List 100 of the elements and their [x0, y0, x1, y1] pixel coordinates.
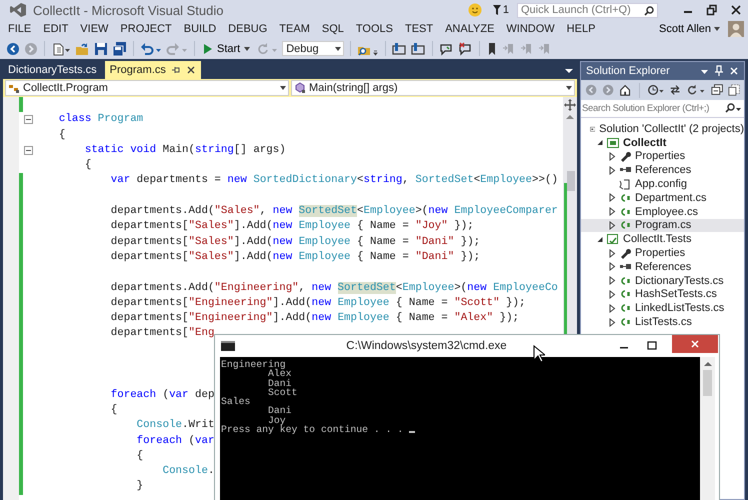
- console-text: Dani: [267, 378, 292, 388]
- code-line: var departments = new SortedDictionary<string, SortedSet<Employee>>(): [110, 173, 558, 188]
- speech-bubble-icon[interactable]: [439, 42, 454, 56]
- menu-item[interactable]: DEBUG: [222, 23, 274, 35]
- expander-icon[interactable]: [608, 152, 616, 161]
- show-all-files-icon[interactable]: [728, 83, 740, 97]
- search-icon[interactable]: [644, 6, 654, 16]
- user-menu[interactable]: Scott Allen: [659, 23, 728, 35]
- tree-item[interactable]: CollectIt: [581, 136, 744, 150]
- home-icon[interactable]: [619, 83, 632, 97]
- tree-item[interactable]: Properties: [581, 246, 744, 260]
- configuration-dropdown[interactable]: Debug: [282, 41, 344, 56]
- close-icon[interactable]: [730, 4, 742, 16]
- tree-item[interactable]: ListTests.cs: [581, 315, 744, 329]
- expander-icon[interactable]: [608, 318, 616, 327]
- visual-studio-logo: [9, 2, 27, 18]
- console-text: Sales: [221, 397, 250, 406]
- menu-item[interactable]: FILE: [2, 23, 38, 35]
- tree-item[interactable]: Department.cs: [581, 190, 744, 205]
- layout-icon[interactable]: [411, 42, 426, 56]
- test-project-icon: [607, 233, 619, 246]
- back-icon[interactable]: [6, 42, 20, 56]
- restore-icon[interactable]: [706, 4, 718, 16]
- speech-bubble-icon[interactable]: [458, 42, 474, 56]
- tree-item[interactable]: References: [581, 260, 744, 274]
- console-text: Dani: [267, 406, 292, 416]
- expander-icon[interactable]: [608, 248, 616, 258]
- code-line: departments.Add("Sales", new SortedSet<Employee>(new EmployeeComparer: [110, 204, 558, 220]
- scroll-up-icon[interactable]: [702, 360, 712, 368]
- clock-icon[interactable]: [646, 83, 664, 97]
- tree-item[interactable]: Program.cs: [581, 218, 744, 232]
- expander-icon[interactable]: [608, 290, 616, 299]
- close-icon[interactable]: [729, 65, 739, 77]
- expander-icon[interactable]: [608, 166, 616, 175]
- code-line: {: [84, 158, 92, 174]
- code-line: departments["Eng: [110, 326, 214, 342]
- filter-icon[interactable]: [492, 4, 502, 16]
- folder-icon[interactable]: [75, 42, 90, 56]
- tree-item[interactable]: App.config: [581, 177, 744, 191]
- split-icon[interactable]: [564, 99, 576, 111]
- menu-item[interactable]: EDIT: [37, 23, 74, 35]
- scope-dropdown[interactable]: CollectIt.Program: [5, 80, 289, 96]
- expander-icon[interactable]: [596, 138, 604, 148]
- layout-icon[interactable]: [392, 42, 408, 56]
- expander-icon[interactable]: [608, 262, 616, 272]
- smiley-icon[interactable]: [468, 3, 482, 17]
- circular-arrow-icon[interactable]: [686, 83, 706, 97]
- menu-item[interactable]: TEAM: [273, 23, 316, 35]
- expander-icon[interactable]: [608, 220, 616, 230]
- expander-icon[interactable]: [608, 276, 616, 286]
- search-icon[interactable]: [724, 103, 742, 115]
- menu-item[interactable]: SQL: [316, 23, 350, 35]
- menu-item[interactable]: BUILD: [178, 23, 222, 35]
- tree-item[interactable]: References: [581, 163, 744, 178]
- quick-launch-field[interactable]: Quick Launch (Ctrl+Q): [517, 2, 658, 18]
- pin-icon[interactable]: [170, 65, 181, 75]
- menu-item[interactable]: TEST: [398, 23, 440, 35]
- code-line: static void Main(string[] args): [84, 142, 286, 158]
- collapse-icon[interactable]: [24, 146, 33, 156]
- collapse-icon[interactable]: [24, 115, 33, 124]
- scrollbar-thumb[interactable]: [567, 171, 575, 191]
- expander-icon[interactable]: [608, 304, 616, 313]
- document-tab[interactable]: Program.cs: [104, 61, 201, 79]
- expander-icon[interactable]: [608, 207, 616, 216]
- console-text: Alex: [268, 369, 292, 379]
- console-text: Engineering: [221, 360, 286, 370]
- scrollbar-thumb[interactable]: [703, 370, 712, 396]
- tree-item[interactable]: DictionaryTests.cs: [581, 274, 744, 288]
- undo-icon[interactable]: [140, 42, 162, 56]
- wrench-icon: [619, 247, 631, 260]
- tree-item[interactable]: Employee.cs: [581, 204, 744, 219]
- caret-icon: [566, 86, 572, 90]
- collapse-all-icon[interactable]: [710, 83, 723, 97]
- menu-item[interactable]: TOOLS: [350, 23, 399, 35]
- start-button[interactable]: Start: [201, 42, 252, 54]
- tree-item[interactable]: HashSetTests.cs: [581, 288, 744, 302]
- expander-icon[interactable]: [608, 193, 616, 202]
- scope-dropdown[interactable]: Main(string[] args): [291, 80, 575, 96]
- document-tab[interactable]: DictionaryTests.cs: [3, 61, 102, 79]
- switch-arrows-icon[interactable]: [669, 83, 682, 97]
- close-button[interactable]: [672, 335, 718, 353]
- menu-item[interactable]: VIEW: [74, 23, 114, 35]
- caret-icon: [244, 46, 250, 50]
- menu-item[interactable]: HELP: [560, 23, 602, 35]
- scroll-up-icon[interactable]: [565, 113, 575, 121]
- tree-item[interactable]: Properties: [581, 150, 744, 164]
- tree-item[interactable]: CollectIt.Tests: [581, 232, 744, 246]
- expander-icon[interactable]: [596, 234, 604, 244]
- menu-item[interactable]: PROJECT: [114, 23, 178, 35]
- code-line: foreach (var dep: [110, 388, 214, 403]
- tree-item[interactable]: LinkedListTests.cs: [581, 301, 744, 316]
- menu-item[interactable]: WINDOW: [500, 23, 561, 35]
- new-page-icon[interactable]: [51, 42, 71, 56]
- floppy-disks-icon[interactable]: [112, 42, 127, 56]
- code-line: departments.Add("Engineering", new SortedSet<Employee>(new EmployeeCo: [110, 280, 558, 296]
- menu-item[interactable]: ANALYZE: [439, 23, 500, 35]
- console-text: Scott: [267, 388, 298, 398]
- tree-item[interactable]: Solution 'CollectIt' (2 projects): [581, 122, 744, 136]
- close-icon[interactable]: [186, 65, 196, 75]
- maximize-icon[interactable]: [646, 340, 658, 352]
